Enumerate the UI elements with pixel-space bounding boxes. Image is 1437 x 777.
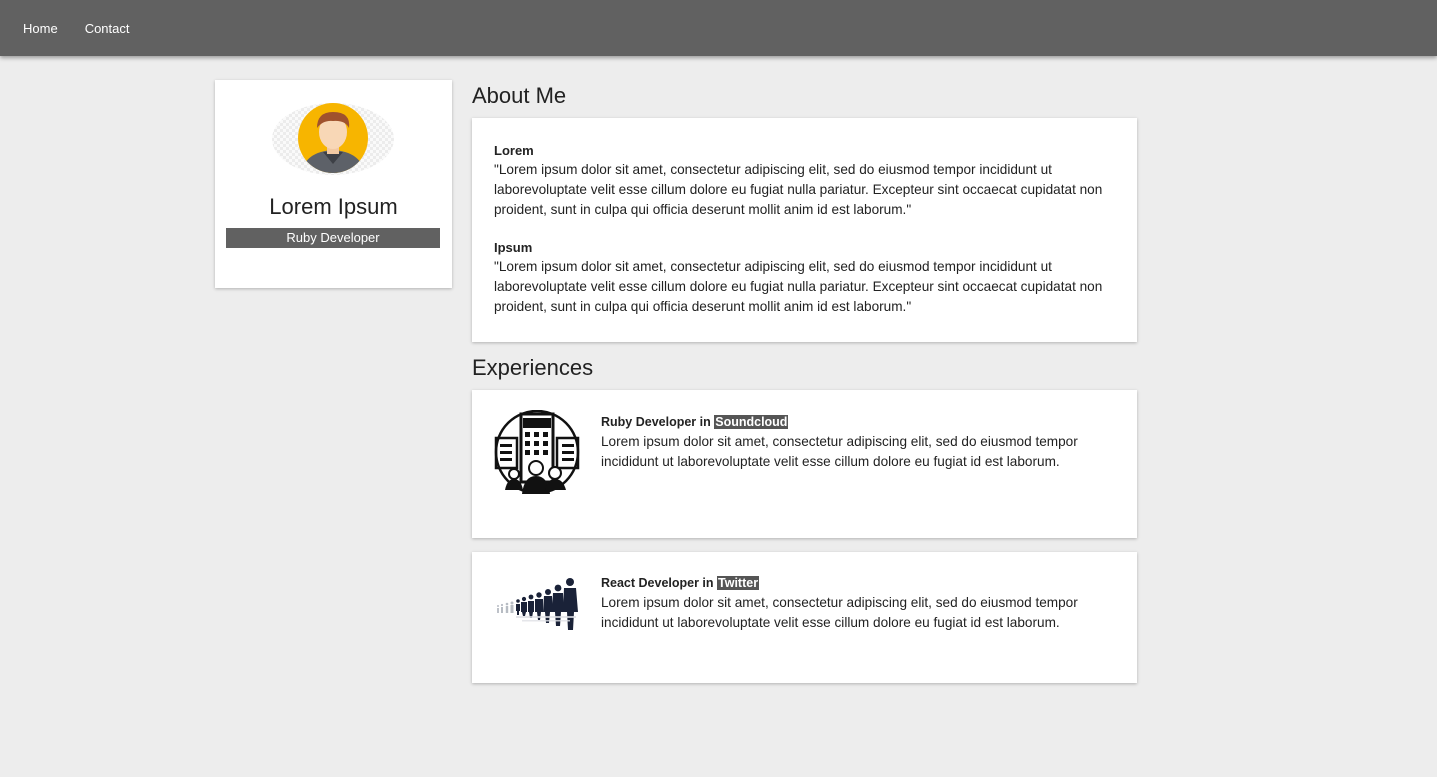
business-people-line-icon [492, 574, 582, 658]
about-card: Lorem "Lorem ipsum dolor sit amet, conse… [472, 118, 1137, 342]
experience-body: Ruby Developer in Soundcloud Lorem ipsum… [601, 412, 1101, 472]
about-heading: Lorem [494, 143, 534, 158]
experience-description: Lorem ipsum dolor sit amet, consectetur … [601, 434, 1078, 469]
about-text: "Lorem ipsum dolor sit amet, consectetur… [494, 259, 1103, 314]
about-block: Ipsum "Lorem ipsum dolor sit amet, conse… [494, 239, 1115, 317]
experience-card: Ruby Developer in Soundcloud Lorem ipsum… [472, 390, 1137, 538]
user-avatar-icon [271, 102, 395, 176]
experience-role: React Developer in [601, 576, 714, 590]
profile-card: Lorem Ipsum Ruby Developer [215, 80, 452, 288]
profile-name: Lorem Ipsum [269, 194, 398, 219]
experience-card: React Developer in Twitter Lorem ipsum d… [472, 552, 1137, 683]
experience-role: Ruby Developer in [601, 415, 711, 429]
experience-heading: React Developer in Twitter [601, 573, 1101, 593]
top-navbar: Home Contact [0, 0, 1437, 56]
about-heading: Ipsum [494, 240, 533, 255]
experience-description: Lorem ipsum dolor sit amet, consectetur … [601, 595, 1078, 630]
nav-link-contact[interactable]: Contact [85, 21, 130, 36]
profile-role-badge: Ruby Developer [226, 228, 440, 248]
office-team-icon [492, 409, 582, 495]
experience-body: React Developer in Twitter Lorem ipsum d… [601, 573, 1101, 633]
experiences-title: Experiences [472, 355, 594, 380]
nav-link-home[interactable]: Home [23, 21, 58, 36]
experience-company: Twitter [717, 576, 760, 590]
about-title: About Me [472, 83, 567, 108]
about-block: Lorem "Lorem ipsum dolor sit amet, conse… [494, 142, 1115, 220]
about-text: "Lorem ipsum dolor sit amet, consectetur… [494, 162, 1103, 217]
experience-heading: Ruby Developer in Soundcloud [601, 412, 1101, 432]
experience-company: Soundcloud [714, 415, 789, 429]
